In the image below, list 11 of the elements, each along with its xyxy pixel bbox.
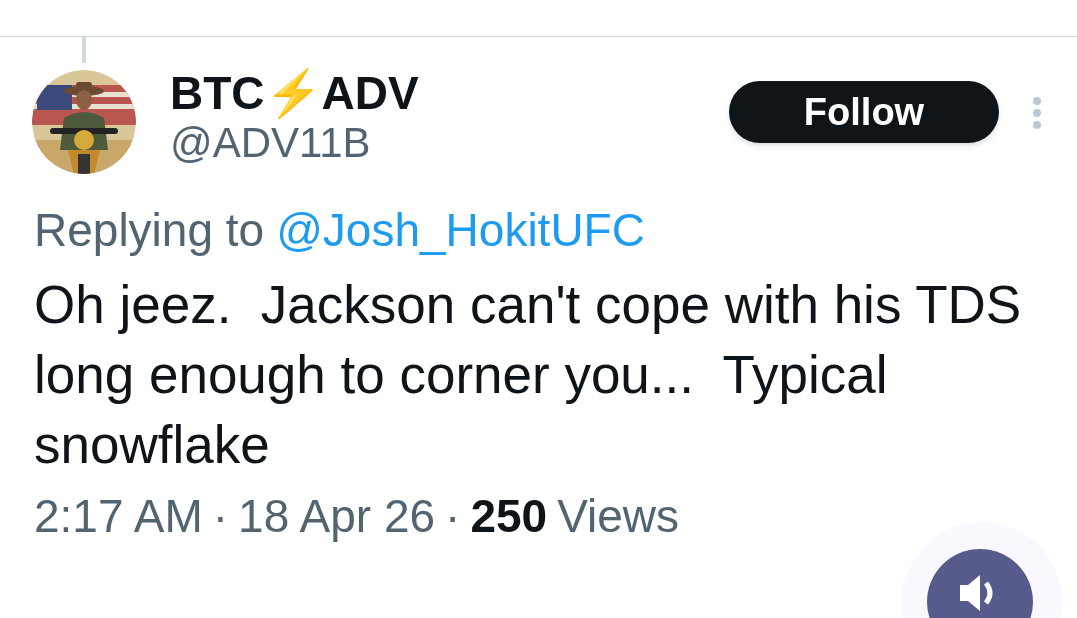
post-meta: 2:17 AM xyxy=(34,490,203,542)
separator-dot: · xyxy=(212,490,229,542)
post-meta: Views xyxy=(557,490,679,542)
views-count: 250 xyxy=(470,490,548,542)
separator-dot: · xyxy=(445,490,461,542)
follow-button[interactable]: Follow xyxy=(729,81,999,143)
post-meta: 18 Apr 26 xyxy=(238,490,436,542)
author-handle[interactable]: @ADV11B xyxy=(170,119,419,167)
author-name[interactable]: BTC⚡ADV xyxy=(170,67,419,119)
replying-to-label: Replying to xyxy=(34,204,265,256)
post-text: Oh jeez. Jackson can't cope with his TDS long enough to corner you... Typical snowflake xyxy=(34,274,1023,476)
